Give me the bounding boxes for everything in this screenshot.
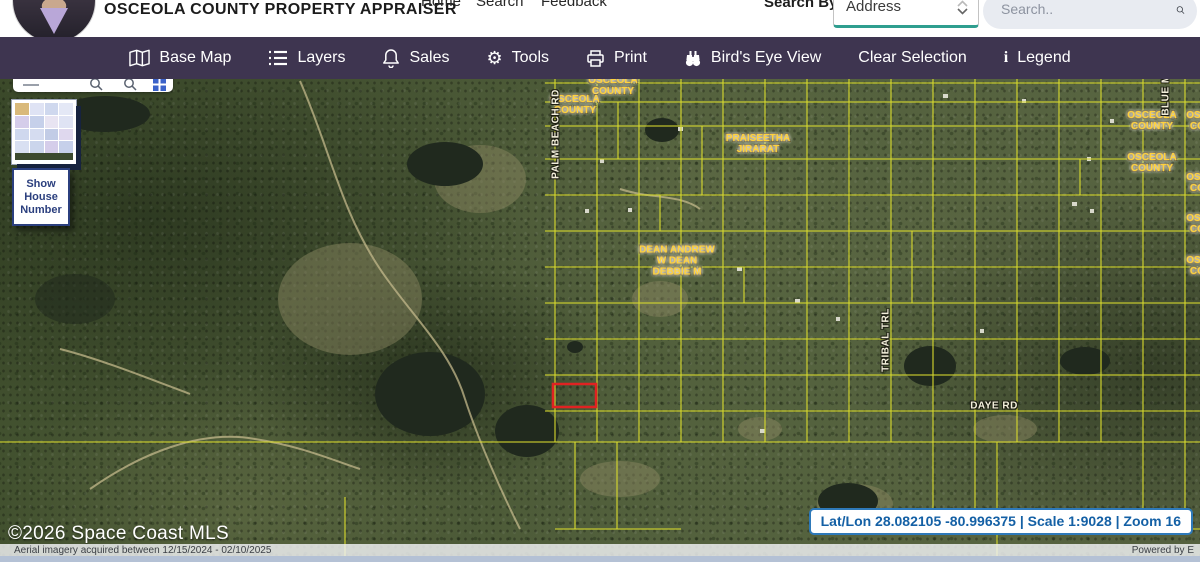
basemap-thumbnail-image (15, 103, 73, 153)
toolbar-clear-selection[interactable]: Clear Selection (858, 49, 967, 67)
toolbar-layers[interactable]: Layers (268, 49, 345, 67)
bell-icon (382, 48, 400, 68)
top-header: OSCEOLA COUNTY PROPERTY APPRAISER Home S… (0, 0, 1200, 37)
toolbar-print[interactable]: Print (586, 49, 647, 68)
zoom-in-icon[interactable] (89, 79, 103, 91)
toolbar-base-map[interactable]: Base Map (129, 48, 231, 68)
imagery-date-note: Aerial imagery acquired between 12/15/20… (14, 545, 271, 556)
toolbar-tools[interactable]: ⚙ Tools (487, 49, 550, 67)
attribution-bar: Aerial imagery acquired between 12/15/20… (0, 544, 1200, 556)
parcel-grid (0, 79, 1200, 556)
nav-search-link[interactable]: Search (476, 0, 524, 10)
global-search (983, 0, 1197, 29)
chevron-down-icon (957, 0, 968, 18)
map-toolbar: Base Map Layers Sales ⚙ Tools Print Bird… (0, 37, 1200, 79)
map-canvas[interactable]: OSCEOLACOUNTYOSCEOLACOUNTYPRAISEETHAJIRA… (0, 79, 1200, 556)
map-icon (129, 48, 150, 68)
toolbar-birds-eye-view[interactable]: Bird's Eye View (684, 49, 821, 68)
latlon-status-badge: Lat/Lon 28.082105 -80.996375 | Scale 1:9… (809, 508, 1193, 535)
toolbar-sales[interactable]: Sales (382, 48, 449, 68)
powered-by-attribution: Powered by E (1132, 545, 1194, 556)
page-bottom-bar (0, 556, 1200, 562)
mini-toolbar-handle (23, 84, 39, 86)
nav-home-link[interactable]: Home (421, 0, 461, 10)
page-title: OSCEOLA COUNTY PROPERTY APPRAISER (104, 1, 457, 19)
search-input[interactable] (999, 0, 1168, 18)
toolbar-legend[interactable]: i Legend (1004, 49, 1071, 67)
layers-icon (268, 49, 288, 67)
search-by-value: Address (846, 0, 901, 15)
search-by-select[interactable]: Address (833, 0, 979, 28)
basemap-thumbnail[interactable] (12, 100, 76, 164)
info-icon: i (1004, 49, 1008, 67)
map-mini-toolbar (13, 79, 173, 92)
search-by-label: Search By (764, 0, 837, 11)
printer-icon (586, 49, 605, 68)
selected-parcel-highlight (553, 384, 596, 407)
gear-icon: ⚙ (487, 49, 503, 67)
mls-copyright: ©2026 Space Coast MLS (8, 523, 229, 545)
appraiser-avatar (13, 0, 95, 37)
show-house-number-button[interactable]: Show House Number (12, 168, 70, 226)
search-icon[interactable] (1176, 0, 1185, 20)
nav-feedback-link[interactable]: Feedback (541, 0, 607, 10)
binoculars-icon (684, 49, 702, 68)
apps-grid-icon[interactable] (153, 79, 166, 91)
zoom-out-icon[interactable] (123, 79, 137, 91)
